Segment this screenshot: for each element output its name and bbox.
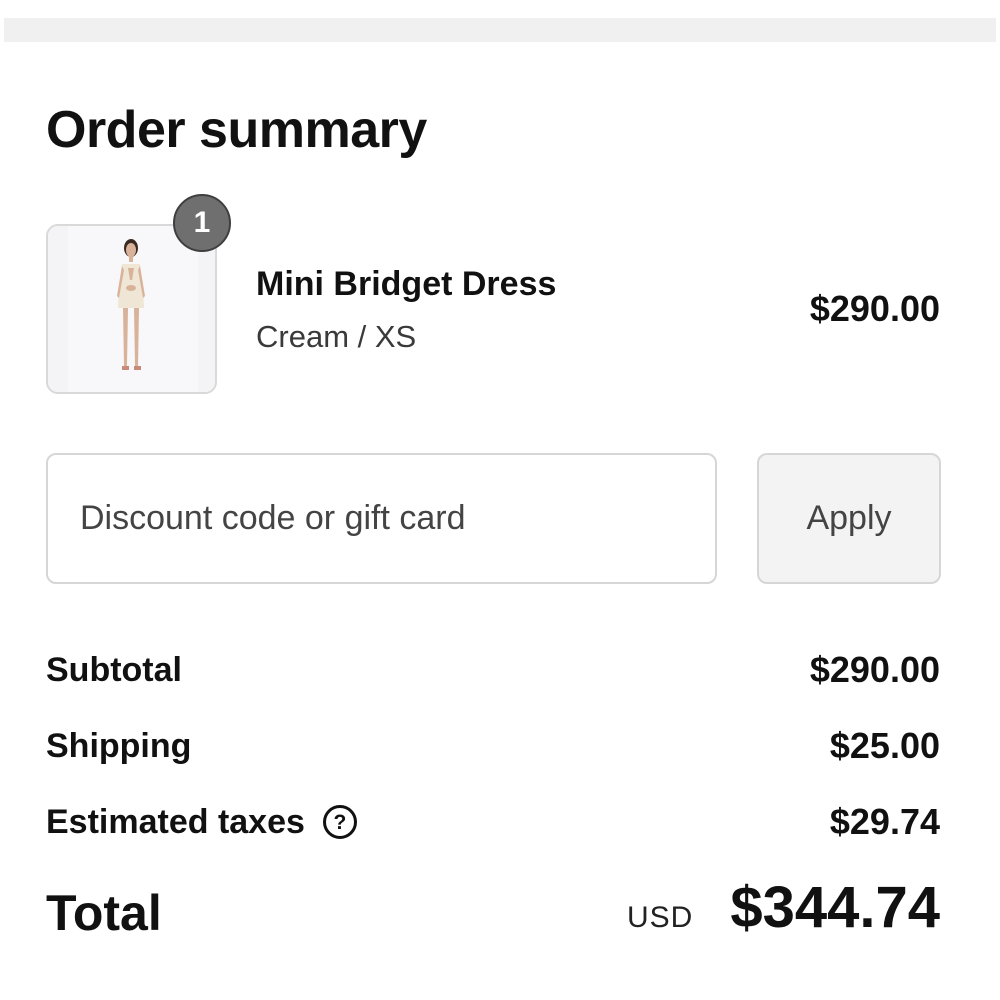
shipping-value: $25.00 <box>829 725 940 766</box>
order-summary-page: Order summary 1 Mini Bridget Dress Cream… <box>0 0 1000 1000</box>
total-currency: USD <box>627 901 694 934</box>
top-divider-strip <box>4 18 996 42</box>
estimated-taxes-label: Estimated taxes <box>46 803 305 841</box>
total-value: $344.74 <box>730 875 940 940</box>
subtotal-value: $290.00 <box>809 649 940 690</box>
product-price: $290.00 <box>809 288 940 329</box>
page-title: Order summary <box>46 101 427 159</box>
question-circle-icon[interactable]: ? <box>322 805 357 839</box>
product-image <box>48 226 215 392</box>
estimated-taxes-value: $29.74 <box>829 801 940 842</box>
estimated-taxes-row: Estimated taxes ? <box>46 802 357 842</box>
product-name: Mini Bridget Dress <box>256 265 557 303</box>
discount-code-input[interactable] <box>46 453 717 584</box>
total-label: Total <box>46 885 162 941</box>
subtotal-label: Subtotal <box>46 651 182 689</box>
quantity-badge: 1 <box>173 194 231 252</box>
apply-discount-button[interactable]: Apply <box>757 453 941 584</box>
product-variant: Cream / XS <box>256 319 417 354</box>
shipping-label: Shipping <box>46 727 192 765</box>
